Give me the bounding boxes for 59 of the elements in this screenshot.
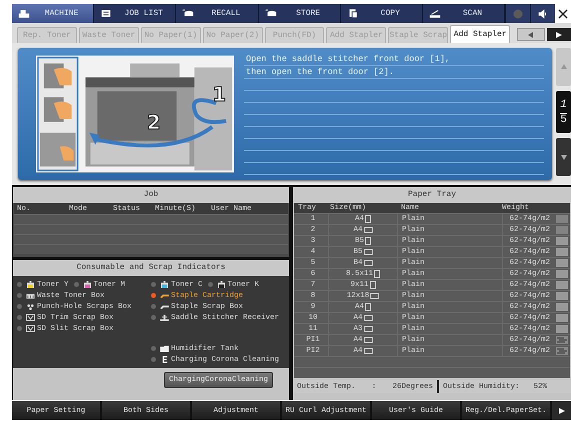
- callout-number: 1: [212, 83, 226, 106]
- scanner-icon: [428, 9, 441, 18]
- patterned-tray-icon: [556, 347, 568, 355]
- tray-icon: [556, 292, 568, 300]
- toner-bottle-icon: [216, 281, 226, 288]
- document-icon: [346, 9, 359, 18]
- down-triangle-icon: [560, 154, 566, 160]
- panel-header: Consumable and Scrap Indicators: [13, 260, 289, 276]
- warning-tab[interactable]: Add Stapler: [450, 25, 510, 43]
- next-tab-button[interactable]: [547, 28, 571, 41]
- tray-icon: [556, 325, 568, 333]
- right-triangle-icon: [556, 32, 562, 38]
- main-tab[interactable]: MACHINE: [12, 4, 94, 23]
- left-triangle-icon: [528, 32, 534, 38]
- drive-icon: [264, 9, 277, 18]
- toner-bottle-icon: [160, 281, 169, 288]
- main-tab[interactable]: COPY: [340, 4, 423, 23]
- previous-tab-button[interactable]: [517, 28, 546, 41]
- tray-icon: [556, 281, 568, 289]
- right-triangle-icon: [558, 408, 564, 414]
- circle-icon: [513, 8, 524, 18]
- printer-icon: [18, 9, 30, 18]
- tray-icon: [160, 314, 169, 321]
- striped-tray-icon: [556, 215, 568, 223]
- toner-bottle-icon: [26, 281, 35, 288]
- main-tab[interactable]: STORE: [258, 4, 341, 23]
- tank-icon: [160, 345, 169, 352]
- current-page-number: 1: [560, 98, 567, 110]
- instruction-text: Open the saddle stitcher front door [1],: [244, 53, 544, 66]
- tray-icon: [556, 259, 568, 267]
- patterned-tray-icon: [556, 336, 568, 344]
- panel-header: Paper Tray: [293, 187, 571, 203]
- scrap-box-icon: [26, 314, 35, 321]
- next-keys-button[interactable]: [552, 401, 571, 420]
- list-icon: [100, 9, 112, 18]
- speaker-icon: [538, 8, 548, 18]
- main-tab[interactable]: SCAN: [422, 4, 506, 23]
- striped-tray-icon: [556, 226, 568, 234]
- letter-e-icon: [160, 356, 169, 363]
- close-icon: [558, 8, 568, 18]
- tray-icon: [556, 303, 568, 311]
- volume-button[interactable]: [530, 4, 556, 23]
- up-triangle-icon: [560, 64, 566, 70]
- scrap-box-icon: [26, 325, 35, 332]
- callout-number: 2: [146, 110, 161, 134]
- drive-icon: [182, 9, 194, 18]
- waste-box-icon: [26, 292, 35, 299]
- main-tab[interactable]: JOB LIST: [94, 4, 176, 23]
- panel-header: Job: [13, 187, 289, 203]
- punch-scraps-icon: [26, 303, 35, 310]
- toner-bottle-icon: [82, 281, 92, 288]
- instruction-text: then open the front door [2].: [244, 66, 544, 79]
- tray-icon: [556, 314, 568, 322]
- scroll-down-button[interactable]: [556, 138, 571, 176]
- total-page-number: 5: [560, 112, 567, 126]
- tray-icon: [556, 270, 568, 278]
- main-tab[interactable]: RECALL: [176, 4, 259, 23]
- tray-icon: [556, 237, 568, 245]
- tray-icon: [556, 248, 568, 256]
